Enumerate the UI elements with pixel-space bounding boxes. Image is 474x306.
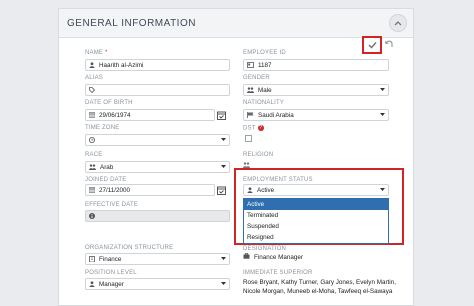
dob-label: DATE OF BIRTH <box>85 100 133 106</box>
employment-status-option[interactable]: Terminated <box>244 210 388 221</box>
employment-status-option[interactable]: Resigned <box>244 232 388 243</box>
nationality-label: NATIONALITY <box>243 100 285 106</box>
effective-date-field[interactable] <box>85 210 230 222</box>
designation-value: Finance Manager <box>243 252 303 261</box>
gender-label: GENDER <box>243 75 270 81</box>
caret-down-icon <box>221 282 226 285</box>
caret-down-icon <box>380 88 385 91</box>
people-icon <box>247 87 254 93</box>
dob-field[interactable]: 29/06/1974 <box>85 109 215 121</box>
caret-down-icon <box>380 188 385 191</box>
tag-icon <box>89 87 95 93</box>
panel-header: GENERAL INFORMATION <box>59 9 413 38</box>
joined-date-label: JOINED DATE <box>85 177 127 183</box>
briefcase-icon <box>243 252 250 261</box>
calendar-check-icon <box>216 111 226 120</box>
caret-down-icon <box>221 257 226 260</box>
building-icon <box>89 256 95 262</box>
alias-label: ALIAS <box>85 75 104 81</box>
info-icon <box>89 213 95 219</box>
caret-down-icon <box>221 138 226 141</box>
employment-status-option[interactable]: Active <box>244 199 388 210</box>
calendar-grid-icon <box>89 187 95 193</box>
immediate-superior-label: IMMEDIATE SUPERIOR <box>243 270 313 276</box>
position-level-select[interactable]: Manager <box>85 278 230 290</box>
dst-label: DST? <box>243 125 264 132</box>
alias-field[interactable] <box>85 84 230 96</box>
user-tie-icon <box>89 281 95 287</box>
user-icon <box>89 62 95 68</box>
gender-select[interactable]: Male <box>243 84 389 96</box>
calendar-check-icon <box>216 186 226 195</box>
race-select[interactable]: Arab <box>85 161 230 173</box>
save-button[interactable] <box>362 36 382 54</box>
people-icon <box>89 164 96 170</box>
time-zone-label: TIME ZONE <box>85 125 120 131</box>
dob-calendar-button[interactable] <box>215 109 227 121</box>
employment-status-label: EMPLOYMENT STATUS <box>243 177 313 183</box>
collapse-button[interactable] <box>389 14 407 32</box>
help-icon[interactable]: ? <box>257 125 264 131</box>
org-structure-label: ORGANIZATION STRUCTURE <box>85 245 174 251</box>
position-level-label: POSITION LEVEL <box>85 270 137 276</box>
caret-down-icon <box>380 113 385 116</box>
panel-title: GENERAL INFORMATION <box>67 17 196 29</box>
user-icon <box>247 187 253 193</box>
caret-down-icon <box>221 165 226 168</box>
joined-date-calendar-button[interactable] <box>215 184 227 196</box>
chevron-up-icon <box>394 21 402 26</box>
religion-label: RELIGION <box>243 152 274 158</box>
undo-icon[interactable] <box>385 40 393 48</box>
race-label: RACE <box>85 152 103 158</box>
immediate-superior-value: Rose Bryant, Kathy Turner, Gary Jones, E… <box>243 279 396 295</box>
org-structure-select[interactable]: Finance <box>85 253 230 265</box>
employment-status-select[interactable]: Active <box>243 184 389 196</box>
check-icon <box>367 41 377 49</box>
employment-status-dropdown: Active Terminated Suspended Resigned <box>243 198 389 244</box>
nationality-select[interactable]: Saudi Arabia <box>243 109 389 121</box>
dst-checkbox[interactable] <box>245 135 252 142</box>
employee-id-label: EMPLOYEE ID <box>243 50 286 56</box>
employee-id-field[interactable]: 1187 <box>243 59 389 71</box>
effective-date-label: EFFECTIVE DATE <box>85 202 139 208</box>
employment-status-option[interactable]: Suspended <box>244 221 388 232</box>
calendar-grid-icon <box>89 112 95 118</box>
name-label: NAME * <box>85 50 108 56</box>
time-zone-select[interactable] <box>85 134 230 146</box>
designation-label: DESIGNATION <box>243 246 287 252</box>
name-field[interactable]: Haarith al-Azimi <box>85 59 230 71</box>
joined-date-field[interactable]: 27/11/2000 <box>85 184 215 196</box>
clock-icon <box>89 137 95 143</box>
id-card-icon <box>247 62 254 68</box>
flag-icon <box>247 112 254 118</box>
